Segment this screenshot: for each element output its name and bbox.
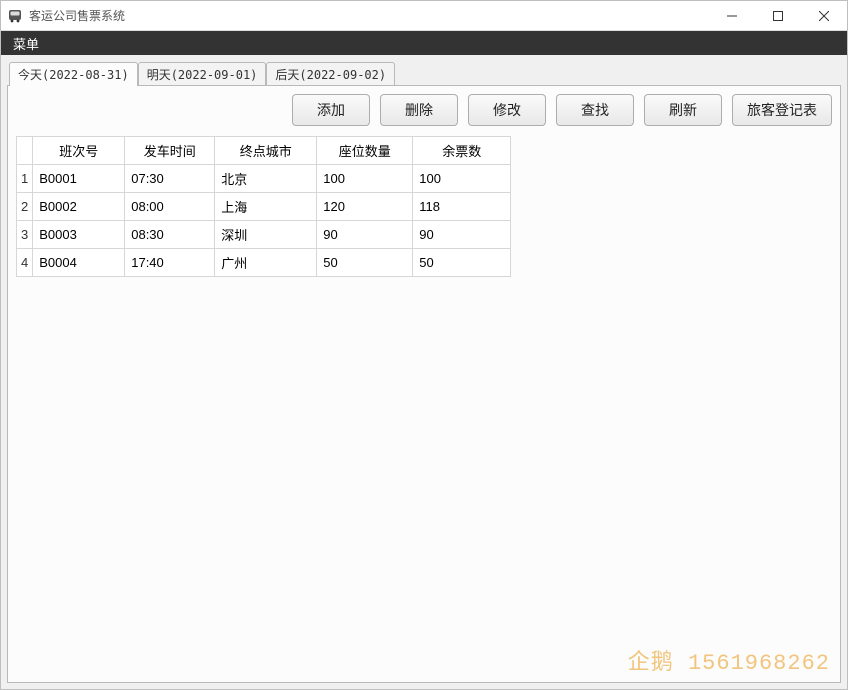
cell-bus-no[interactable]: B0004: [33, 249, 125, 277]
refresh-button[interactable]: 刷新: [644, 94, 722, 126]
header-bus-no[interactable]: 班次号: [33, 137, 125, 165]
cell-depart-time[interactable]: 08:30: [125, 221, 215, 249]
tab-day-after[interactable]: 后天(2022-09-02): [266, 62, 395, 86]
tab-pane: 添加 删除 修改 查找 刷新 旅客登记表 班次号 发车时间 终点城市 座位数量: [7, 85, 841, 683]
search-button[interactable]: 查找: [556, 94, 634, 126]
cell-remaining[interactable]: 118: [413, 193, 511, 221]
tab-tomorrow[interactable]: 明天(2022-09-01): [138, 62, 267, 86]
cell-bus-no[interactable]: B0002: [33, 193, 125, 221]
table-row[interactable]: 4B000417:40广州5050: [17, 249, 511, 277]
minimize-button[interactable]: [709, 1, 755, 30]
edit-button[interactable]: 修改: [468, 94, 546, 126]
maximize-button[interactable]: [755, 1, 801, 30]
add-button[interactable]: 添加: [292, 94, 370, 126]
cell-rownum: 4: [17, 249, 33, 277]
cell-seat-count[interactable]: 50: [317, 249, 413, 277]
header-rownum: [17, 137, 33, 165]
cell-bus-no[interactable]: B0001: [33, 165, 125, 193]
cell-remaining[interactable]: 50: [413, 249, 511, 277]
cell-rownum: 2: [17, 193, 33, 221]
tabs-strip: 今天(2022-08-31) 明天(2022-09-01) 后天(2022-09…: [7, 61, 841, 85]
table-row[interactable]: 3B000308:30深圳9090: [17, 221, 511, 249]
schedule-table-wrap: 班次号 发车时间 终点城市 座位数量 余票数 1B000107:30北京1001…: [16, 136, 832, 674]
header-depart-time[interactable]: 发车时间: [125, 137, 215, 165]
toolbar: 添加 删除 修改 查找 刷新 旅客登记表: [16, 94, 832, 126]
cell-seat-count[interactable]: 90: [317, 221, 413, 249]
titlebar: 客运公司售票系统: [1, 1, 847, 31]
delete-button[interactable]: 删除: [380, 94, 458, 126]
table-row[interactable]: 2B000208:00上海120118: [17, 193, 511, 221]
cell-dest-city[interactable]: 北京: [215, 165, 317, 193]
tab-today[interactable]: 今天(2022-08-31): [9, 62, 138, 86]
cell-rownum: 3: [17, 221, 33, 249]
cell-dest-city[interactable]: 广州: [215, 249, 317, 277]
cell-dest-city[interactable]: 上海: [215, 193, 317, 221]
cell-dest-city[interactable]: 深圳: [215, 221, 317, 249]
schedule-table[interactable]: 班次号 发车时间 终点城市 座位数量 余票数 1B000107:30北京1001…: [16, 136, 511, 277]
window-controls: [709, 1, 847, 30]
cell-depart-time[interactable]: 08:00: [125, 193, 215, 221]
window-title: 客运公司售票系统: [29, 7, 709, 24]
passenger-register-button[interactable]: 旅客登记表: [732, 94, 832, 126]
bus-icon: [7, 8, 23, 24]
table-row[interactable]: 1B000107:30北京100100: [17, 165, 511, 193]
cell-depart-time[interactable]: 07:30: [125, 165, 215, 193]
cell-bus-no[interactable]: B0003: [33, 221, 125, 249]
header-remaining[interactable]: 余票数: [413, 137, 511, 165]
menu-item-main[interactable]: 菜单: [7, 32, 45, 55]
cell-remaining[interactable]: 100: [413, 165, 511, 193]
close-button[interactable]: [801, 1, 847, 30]
header-seat-count[interactable]: 座位数量: [317, 137, 413, 165]
client-area: 今天(2022-08-31) 明天(2022-09-01) 后天(2022-09…: [1, 55, 847, 689]
cell-depart-time[interactable]: 17:40: [125, 249, 215, 277]
menubar: 菜单: [1, 31, 847, 55]
cell-remaining[interactable]: 90: [413, 221, 511, 249]
cell-rownum: 1: [17, 165, 33, 193]
cell-seat-count[interactable]: 120: [317, 193, 413, 221]
app-window: 客运公司售票系统 菜单 今天(2022-08-31) 明天(2022-09-01…: [0, 0, 848, 690]
header-dest-city[interactable]: 终点城市: [215, 137, 317, 165]
cell-seat-count[interactable]: 100: [317, 165, 413, 193]
